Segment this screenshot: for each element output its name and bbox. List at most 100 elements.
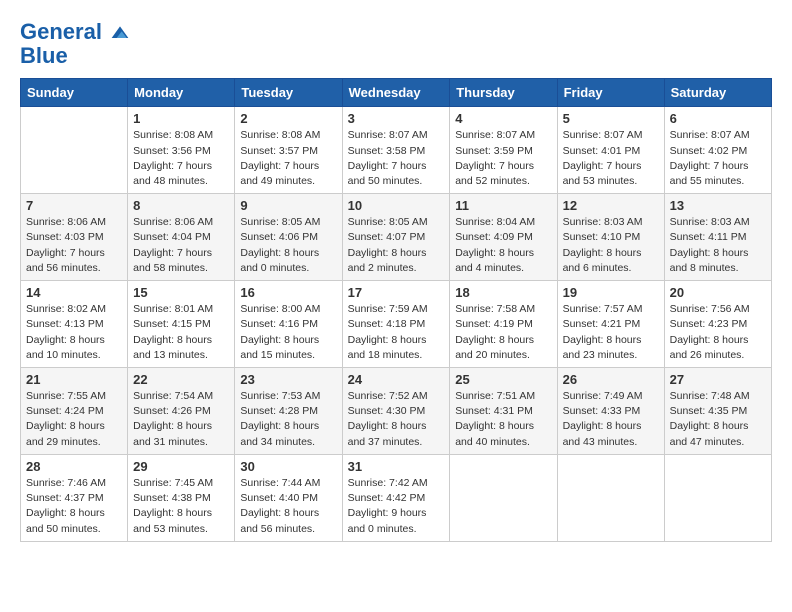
header-monday: Monday [128,79,235,107]
day-number: 15 [133,285,229,300]
day-info: Sunrise: 7:54 AMSunset: 4:26 PMDaylight:… [133,389,229,450]
day-number: 2 [240,111,336,126]
day-info: Sunrise: 8:07 AMSunset: 3:58 PMDaylight:… [348,128,445,189]
day-info: Sunrise: 7:55 AMSunset: 4:24 PMDaylight:… [26,389,122,450]
day-number: 16 [240,285,336,300]
day-info: Sunrise: 8:07 AMSunset: 4:02 PMDaylight:… [670,128,766,189]
calendar-cell [450,454,557,541]
day-info: Sunrise: 7:46 AMSunset: 4:37 PMDaylight:… [26,476,122,537]
day-number: 7 [26,198,122,213]
day-number: 22 [133,372,229,387]
day-number: 11 [455,198,551,213]
calendar-cell: 9 Sunrise: 8:05 AMSunset: 4:06 PMDayligh… [235,194,342,281]
day-number: 28 [26,459,122,474]
day-info: Sunrise: 7:57 AMSunset: 4:21 PMDaylight:… [563,302,659,363]
calendar-cell: 6 Sunrise: 8:07 AMSunset: 4:02 PMDayligh… [664,107,771,194]
day-number: 9 [240,198,336,213]
calendar-cell: 30 Sunrise: 7:44 AMSunset: 4:40 PMDaylig… [235,454,342,541]
day-number: 30 [240,459,336,474]
calendar-cell: 13 Sunrise: 8:03 AMSunset: 4:11 PMDaylig… [664,194,771,281]
day-info: Sunrise: 7:49 AMSunset: 4:33 PMDaylight:… [563,389,659,450]
day-info: Sunrise: 7:44 AMSunset: 4:40 PMDaylight:… [240,476,336,537]
calendar-cell: 5 Sunrise: 8:07 AMSunset: 4:01 PMDayligh… [557,107,664,194]
day-info: Sunrise: 8:03 AMSunset: 4:11 PMDaylight:… [670,215,766,276]
day-info: Sunrise: 8:08 AMSunset: 3:57 PMDaylight:… [240,128,336,189]
day-info: Sunrise: 8:07 AMSunset: 3:59 PMDaylight:… [455,128,551,189]
calendar-cell: 23 Sunrise: 7:53 AMSunset: 4:28 PMDaylig… [235,368,342,455]
day-info: Sunrise: 7:58 AMSunset: 4:19 PMDaylight:… [455,302,551,363]
day-info: Sunrise: 8:07 AMSunset: 4:01 PMDaylight:… [563,128,659,189]
header-sunday: Sunday [21,79,128,107]
header-saturday: Saturday [664,79,771,107]
day-info: Sunrise: 8:04 AMSunset: 4:09 PMDaylight:… [455,215,551,276]
day-info: Sunrise: 8:08 AMSunset: 3:56 PMDaylight:… [133,128,229,189]
calendar-cell: 18 Sunrise: 7:58 AMSunset: 4:19 PMDaylig… [450,281,557,368]
calendar-cell [664,454,771,541]
day-number: 10 [348,198,445,213]
day-info: Sunrise: 8:06 AMSunset: 4:03 PMDaylight:… [26,215,122,276]
calendar-cell: 31 Sunrise: 7:42 AMSunset: 4:42 PMDaylig… [342,454,450,541]
day-info: Sunrise: 7:59 AMSunset: 4:18 PMDaylight:… [348,302,445,363]
calendar-cell: 12 Sunrise: 8:03 AMSunset: 4:10 PMDaylig… [557,194,664,281]
day-number: 8 [133,198,229,213]
calendar-cell: 20 Sunrise: 7:56 AMSunset: 4:23 PMDaylig… [664,281,771,368]
calendar-week-row: 21 Sunrise: 7:55 AMSunset: 4:24 PMDaylig… [21,368,772,455]
day-number: 29 [133,459,229,474]
day-info: Sunrise: 8:01 AMSunset: 4:15 PMDaylight:… [133,302,229,363]
calendar-cell [21,107,128,194]
calendar-cell [557,454,664,541]
day-number: 17 [348,285,445,300]
calendar-cell: 10 Sunrise: 8:05 AMSunset: 4:07 PMDaylig… [342,194,450,281]
day-number: 12 [563,198,659,213]
day-info: Sunrise: 7:42 AMSunset: 4:42 PMDaylight:… [348,476,445,537]
calendar-table: SundayMondayTuesdayWednesdayThursdayFrid… [20,78,772,541]
calendar-cell: 8 Sunrise: 8:06 AMSunset: 4:04 PMDayligh… [128,194,235,281]
day-info: Sunrise: 8:00 AMSunset: 4:16 PMDaylight:… [240,302,336,363]
logo-blue-text: Blue [20,44,130,68]
calendar-week-row: 28 Sunrise: 7:46 AMSunset: 4:37 PMDaylig… [21,454,772,541]
calendar-header-row: SundayMondayTuesdayWednesdayThursdayFrid… [21,79,772,107]
day-info: Sunrise: 7:51 AMSunset: 4:31 PMDaylight:… [455,389,551,450]
calendar-cell: 16 Sunrise: 8:00 AMSunset: 4:16 PMDaylig… [235,281,342,368]
calendar-cell: 4 Sunrise: 8:07 AMSunset: 3:59 PMDayligh… [450,107,557,194]
day-info: Sunrise: 8:05 AMSunset: 4:06 PMDaylight:… [240,215,336,276]
day-number: 3 [348,111,445,126]
day-number: 13 [670,198,766,213]
logo-icon [110,23,130,43]
day-number: 14 [26,285,122,300]
day-number: 6 [670,111,766,126]
day-number: 20 [670,285,766,300]
day-number: 27 [670,372,766,387]
day-info: Sunrise: 8:03 AMSunset: 4:10 PMDaylight:… [563,215,659,276]
calendar-cell: 22 Sunrise: 7:54 AMSunset: 4:26 PMDaylig… [128,368,235,455]
day-number: 4 [455,111,551,126]
day-number: 19 [563,285,659,300]
calendar-cell: 25 Sunrise: 7:51 AMSunset: 4:31 PMDaylig… [450,368,557,455]
calendar-cell: 11 Sunrise: 8:04 AMSunset: 4:09 PMDaylig… [450,194,557,281]
header-thursday: Thursday [450,79,557,107]
day-info: Sunrise: 7:53 AMSunset: 4:28 PMDaylight:… [240,389,336,450]
day-number: 26 [563,372,659,387]
calendar-week-row: 7 Sunrise: 8:06 AMSunset: 4:03 PMDayligh… [21,194,772,281]
calendar-cell: 14 Sunrise: 8:02 AMSunset: 4:13 PMDaylig… [21,281,128,368]
calendar-cell: 17 Sunrise: 7:59 AMSunset: 4:18 PMDaylig… [342,281,450,368]
day-number: 21 [26,372,122,387]
day-number: 31 [348,459,445,474]
calendar-cell: 19 Sunrise: 7:57 AMSunset: 4:21 PMDaylig… [557,281,664,368]
calendar-week-row: 14 Sunrise: 8:02 AMSunset: 4:13 PMDaylig… [21,281,772,368]
calendar-cell: 15 Sunrise: 8:01 AMSunset: 4:15 PMDaylig… [128,281,235,368]
calendar-week-row: 1 Sunrise: 8:08 AMSunset: 3:56 PMDayligh… [21,107,772,194]
day-info: Sunrise: 8:06 AMSunset: 4:04 PMDaylight:… [133,215,229,276]
calendar-cell: 3 Sunrise: 8:07 AMSunset: 3:58 PMDayligh… [342,107,450,194]
header-wednesday: Wednesday [342,79,450,107]
calendar-cell: 21 Sunrise: 7:55 AMSunset: 4:24 PMDaylig… [21,368,128,455]
day-number: 5 [563,111,659,126]
page-header: General Blue [20,20,772,68]
day-number: 24 [348,372,445,387]
calendar-cell: 28 Sunrise: 7:46 AMSunset: 4:37 PMDaylig… [21,454,128,541]
logo: General Blue [20,20,130,68]
header-friday: Friday [557,79,664,107]
calendar-cell: 27 Sunrise: 7:48 AMSunset: 4:35 PMDaylig… [664,368,771,455]
day-number: 18 [455,285,551,300]
day-number: 25 [455,372,551,387]
